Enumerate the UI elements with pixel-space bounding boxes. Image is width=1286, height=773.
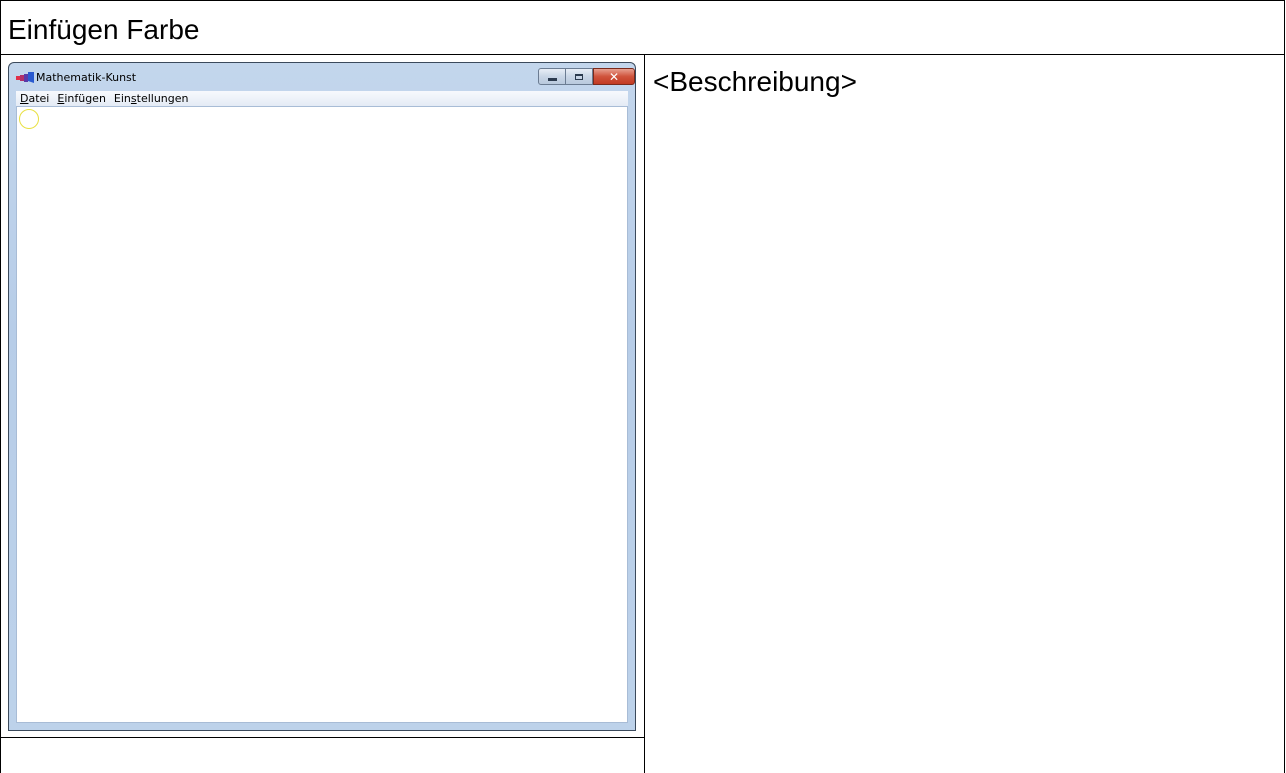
menu-einfuegen[interactable]: Einfügen: [53, 91, 110, 106]
page-title: Einfügen Farbe: [8, 14, 200, 45]
maximize-button[interactable]: [566, 68, 593, 85]
table-border-top: [0, 0, 1285, 1]
menu-datei[interactable]: Datei: [16, 91, 53, 106]
drawing-canvas[interactable]: [16, 106, 628, 723]
table-column-divider: [644, 54, 645, 773]
table-row-divider: [0, 54, 1285, 55]
window-title: Mathematik-Kunst: [36, 71, 137, 84]
close-button[interactable]: ✕: [593, 68, 635, 85]
description-placeholder: <Beschreibung>: [653, 66, 857, 97]
app-window-screenshot: Mathematik-Kunst ✕ Datei Einfügen Einste…: [8, 62, 636, 731]
app-icon: [16, 72, 34, 83]
window-titlebar[interactable]: Mathematik-Kunst ✕: [9, 63, 635, 91]
minimize-icon: [547, 77, 557, 81]
table-inner-line: [0, 737, 644, 738]
table-border-right: [1284, 0, 1285, 773]
menu-einstellungen[interactable]: Einstellungen: [110, 91, 193, 106]
document-table: Einfügen Farbe <Beschreibung> Mathematik…: [0, 0, 1285, 773]
menu-bar: Datei Einfügen Einstellungen: [16, 91, 628, 106]
close-icon: ✕: [608, 69, 620, 84]
table-border-left: [0, 0, 1, 773]
yellow-circle-shape[interactable]: [19, 109, 39, 129]
maximize-icon: [575, 73, 583, 80]
minimize-button[interactable]: [538, 68, 566, 85]
